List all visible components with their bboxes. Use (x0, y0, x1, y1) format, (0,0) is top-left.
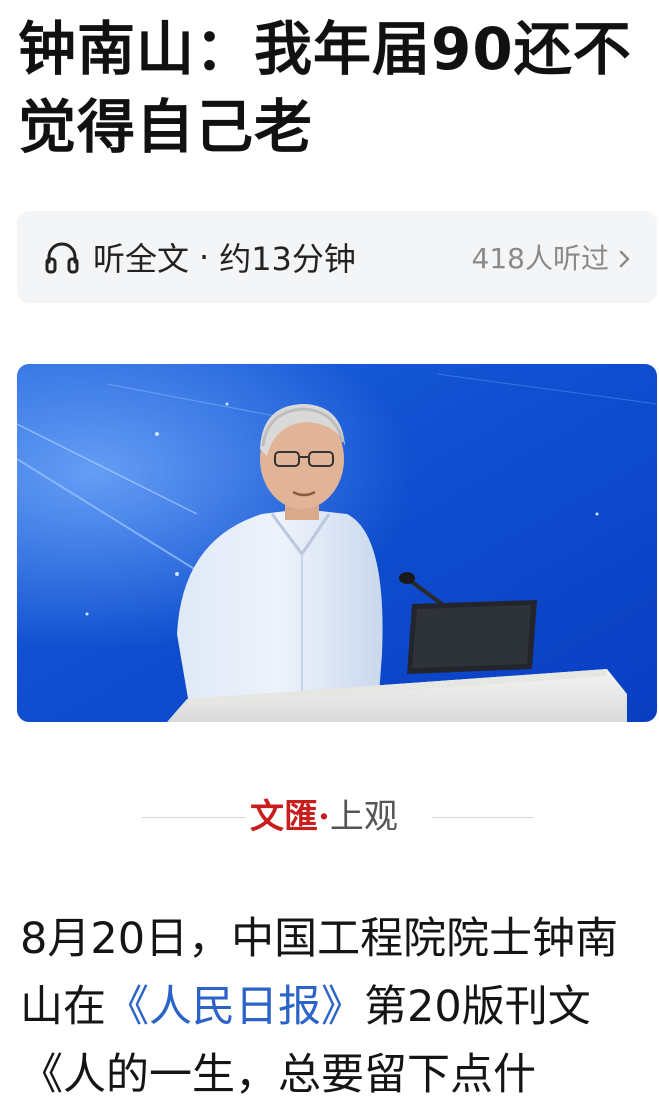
speaker-photo-illustration (17, 364, 657, 722)
source-logo: 文匯·上观 (250, 794, 398, 840)
source-attribution: 文匯·上观 (0, 790, 659, 844)
source-secondary: 上观 (329, 797, 398, 837)
source-primary: 文匯 (250, 797, 318, 837)
article-body: 8月20日，中国工程院院士钟南山在《人民日报》第20版刊文《人的一生，总要留下点… (20, 905, 645, 1109)
listen-separator: · (199, 238, 210, 276)
article-photo[interactable] (17, 364, 657, 722)
divider-right (432, 817, 534, 818)
listen-full-text-bar[interactable]: 听全文 · 约13分钟 418人听过 (17, 211, 657, 303)
headphone-icon (43, 238, 81, 276)
people-daily-link[interactable]: 《人民日报》 (106, 982, 364, 1032)
listener-count: 418人听过 (471, 242, 609, 275)
article-title: 钟南山：我年届90还不觉得自己老 (18, 15, 632, 161)
divider-left (142, 817, 246, 818)
listen-label: 听全文 (93, 240, 190, 278)
listen-info: 听全文 · 约13分钟 (43, 234, 356, 280)
chevron-right-icon (617, 245, 633, 269)
source-separator: · (318, 797, 330, 837)
listen-duration: 约13分钟 (219, 240, 356, 278)
listeners-link[interactable]: 418人听过 (472, 237, 633, 277)
